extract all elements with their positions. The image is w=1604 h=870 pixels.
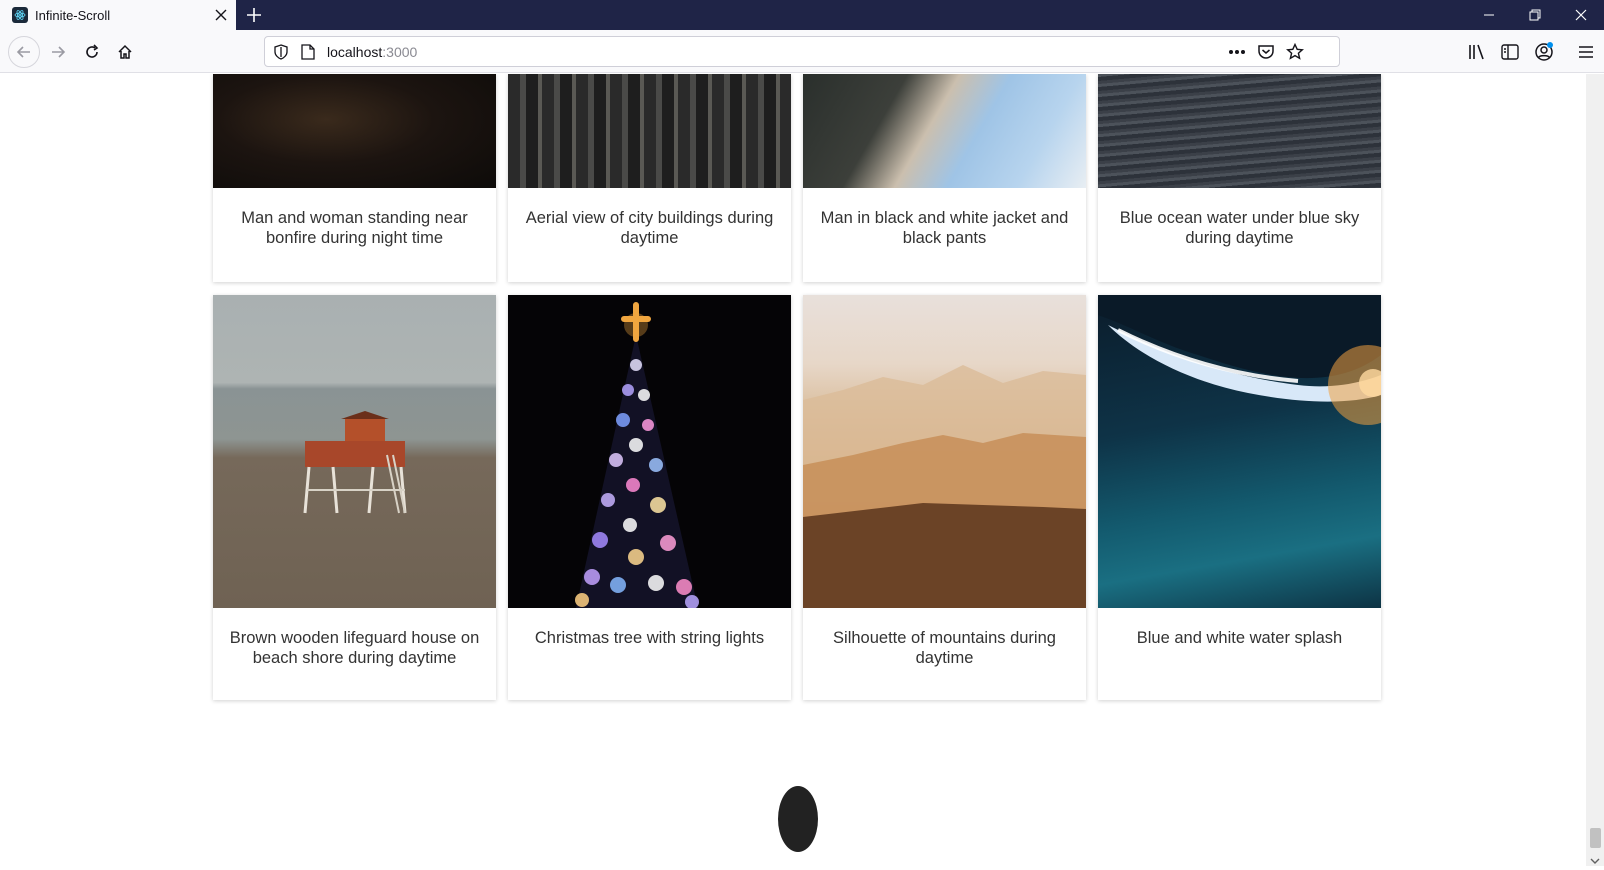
image-card[interactable]: Blue and white water splash	[1098, 295, 1381, 700]
reload-icon[interactable]	[77, 37, 107, 67]
url-text: localhost:3000	[327, 44, 417, 60]
card-photo	[213, 74, 496, 188]
bookmark-star-icon[interactable]	[1285, 42, 1305, 62]
account-icon[interactable]	[1532, 40, 1556, 64]
window-close-icon[interactable]	[1558, 0, 1604, 30]
browser-tab[interactable]: Infinite-Scroll	[0, 0, 236, 30]
card-photo	[803, 295, 1086, 608]
image-card[interactable]: Christmas tree with string lights	[508, 295, 791, 700]
christmas-tree-illustration	[575, 302, 699, 608]
image-card[interactable]: Brown wooden lifeguard house on beach sh…	[213, 295, 496, 700]
card-caption: Blue ocean water under blue sky during d…	[1119, 209, 1360, 247]
card-photo	[1098, 74, 1381, 188]
minimize-icon[interactable]	[1466, 0, 1512, 30]
image-card[interactable]: Man in black and white jacket and black …	[803, 74, 1086, 282]
loading-spinner	[778, 786, 818, 852]
browser-titlebar: Infinite-Scroll	[0, 0, 1604, 30]
card-photo	[508, 295, 791, 608]
water-splash-illustration	[1098, 295, 1381, 425]
image-card[interactable]: Man and woman standing near bonfire duri…	[213, 74, 496, 282]
pocket-icon[interactable]	[1256, 42, 1276, 62]
mountains-illustration	[803, 365, 1086, 608]
tracking-shield-icon[interactable]	[273, 44, 289, 65]
card-photo	[508, 74, 791, 188]
tab-title: Infinite-Scroll	[35, 8, 111, 23]
page-actions-more-icon[interactable]	[1227, 42, 1247, 62]
image-card[interactable]: Blue ocean water under blue sky during d…	[1098, 74, 1381, 282]
card-photo	[1098, 295, 1381, 608]
card-caption: Brown wooden lifeguard house on beach sh…	[229, 629, 480, 667]
url-bar[interactable]: localhost:3000	[264, 36, 1340, 67]
forward-arrow-icon[interactable]	[43, 37, 73, 67]
page-viewport: Man and woman standing near bonfire duri…	[0, 74, 1586, 866]
library-icon[interactable]	[1465, 40, 1489, 64]
card-photo	[803, 74, 1086, 188]
card-caption: Man and woman standing near bonfire duri…	[241, 209, 468, 247]
page-info-icon[interactable]	[301, 44, 315, 65]
card-caption: Silhouette of mountains during daytime	[833, 629, 1056, 667]
restore-icon[interactable]	[1512, 0, 1558, 30]
back-arrow-icon[interactable]	[8, 36, 40, 68]
lifeguard-house-illustration	[303, 411, 407, 514]
scroll-thumb[interactable]	[1590, 828, 1601, 848]
card-caption: Christmas tree with string lights	[534, 629, 765, 647]
card-caption: Blue and white water splash	[1136, 629, 1343, 647]
browser-toolbar: localhost:3000	[0, 30, 1604, 73]
page-scrollbar[interactable]	[1586, 74, 1604, 866]
tab-close-icon[interactable]	[212, 6, 230, 24]
card-caption: Aerial view of city buildings during day…	[525, 209, 774, 247]
home-icon[interactable]	[110, 37, 140, 67]
card-photo	[213, 295, 496, 608]
react-favicon-icon	[12, 7, 28, 23]
url-host: localhost	[327, 44, 383, 60]
image-card[interactable]: Aerial view of city buildings during day…	[508, 74, 791, 282]
menu-hamburger-icon[interactable]	[1574, 40, 1598, 64]
new-tab-plus-icon[interactable]	[244, 5, 264, 25]
image-card[interactable]: Silhouette of mountains during daytime	[803, 295, 1086, 700]
url-port: :3000	[382, 44, 418, 60]
scroll-down-arrow-icon[interactable]	[1590, 852, 1600, 864]
sidebar-icon[interactable]	[1498, 40, 1522, 64]
card-caption: Man in black and white jacket and black …	[820, 209, 1069, 247]
